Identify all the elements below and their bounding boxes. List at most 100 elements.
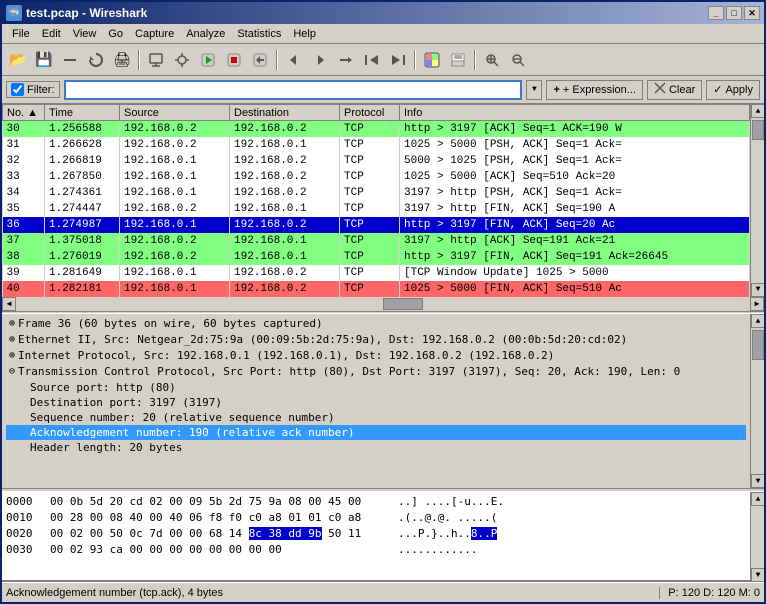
zoom-out-button[interactable] (506, 48, 530, 72)
menu-go[interactable]: Go (102, 26, 129, 42)
details-scroll-down[interactable]: ▼ (751, 474, 764, 488)
coloring-rules-button[interactable] (420, 48, 444, 72)
menu-edit[interactable]: Edit (36, 26, 67, 42)
tcp-field-item[interactable]: Acknowledgement number: 190 (relative ac… (6, 425, 746, 440)
table-row[interactable]: 351.274447192.168.0.2192.168.0.1TCP3197 … (3, 201, 750, 217)
tcp-field-item[interactable]: Destination port: 3197 (3197) (6, 395, 746, 410)
scroll-down-arrow[interactable]: ▼ (751, 283, 764, 297)
stop-capture-button[interactable] (222, 48, 246, 72)
detail-ip[interactable]: ⊕ Internet Protocol, Src: 192.168.0.1 (1… (6, 348, 746, 364)
menu-file[interactable]: File (6, 26, 36, 42)
col-header-proto[interactable]: Protocol (340, 105, 400, 121)
menu-help[interactable]: Help (287, 26, 322, 42)
start-capture-button[interactable] (196, 48, 220, 72)
scroll-up-arrow[interactable]: ▲ (751, 104, 764, 118)
col-header-source[interactable]: Source (120, 105, 230, 121)
clear-button[interactable]: Clear (647, 80, 702, 100)
col-header-no[interactable]: No. ▲ (3, 105, 45, 121)
menu-statistics[interactable]: Statistics (231, 26, 287, 42)
details-scroll-thumb[interactable] (752, 330, 764, 360)
col-header-info[interactable]: Info (400, 105, 750, 121)
filter-checkbox[interactable] (11, 83, 24, 96)
goto-button[interactable] (334, 48, 358, 72)
scroll-thumb[interactable] (752, 120, 764, 140)
filter-input[interactable] (64, 80, 523, 100)
close-button[interactable]: ✕ (744, 6, 760, 20)
expand-eth[interactable]: ⊕ (6, 333, 18, 347)
capture-interfaces-button[interactable] (144, 48, 168, 72)
col-header-dest[interactable]: Destination (230, 105, 340, 121)
expression-label: + Expression... (563, 84, 636, 96)
reload-button[interactable] (84, 48, 108, 72)
plus-icon: + (553, 84, 559, 96)
minimize-button[interactable]: _ (708, 6, 724, 20)
table-row[interactable]: 391.281649192.168.0.1192.168.0.2TCP[TCP … (3, 265, 750, 281)
details-scroll-up[interactable]: ▲ (751, 314, 764, 328)
apply-button[interactable]: ✓ Apply (706, 80, 760, 100)
detail-tcp[interactable]: ⊖ Transmission Control Protocol, Src Por… (6, 364, 746, 380)
app-icon: 🦈 (6, 5, 22, 21)
toolbar: 📂 💾 🖨 (2, 44, 764, 76)
tcp-text: Transmission Control Protocol, Src Port:… (18, 365, 680, 378)
last-packet-button[interactable] (386, 48, 410, 72)
table-row[interactable]: 361.274987192.168.0.1192.168.0.2TCPhttp … (3, 217, 750, 233)
restart-capture-button[interactable] (248, 48, 272, 72)
sep-2 (276, 50, 278, 70)
close-capture-button[interactable] (58, 48, 82, 72)
detail-eth[interactable]: ⊕ Ethernet II, Src: Netgear_2d:75:9a (00… (6, 332, 746, 348)
menu-analyze[interactable]: Analyze (180, 26, 231, 42)
expand-frame[interactable]: ⊕ (6, 317, 18, 331)
coloring2-button[interactable] (446, 48, 470, 72)
expression-button[interactable]: + + Expression... (546, 80, 643, 100)
table-row[interactable]: 371.375018192.168.0.2192.168.0.1TCP3197 … (3, 233, 750, 249)
table-row[interactable]: 331.267850192.168.0.1192.168.0.2TCP1025 … (3, 169, 750, 185)
forward-button[interactable] (308, 48, 332, 72)
hscroll-right[interactable]: ▶ (750, 297, 764, 311)
maximize-button[interactable]: □ (726, 6, 742, 20)
details-scrollbar[interactable]: ▲ ▼ (750, 314, 764, 488)
hex-scroll-down[interactable]: ▼ (751, 568, 764, 582)
hscroll-left[interactable]: ◀ (2, 297, 16, 311)
expand-ip[interactable]: ⊕ (6, 349, 18, 363)
menu-view[interactable]: View (67, 26, 103, 42)
table-row[interactable]: 401.282181192.168.0.1192.168.0.2TCP1025 … (3, 281, 750, 297)
frame-text: Frame 36 (60 bytes on wire, 60 bytes cap… (18, 317, 323, 330)
apply-icon: ✓ (713, 83, 722, 96)
detail-frame[interactable]: ⊕ Frame 36 (60 bytes on wire, 60 bytes c… (6, 316, 746, 332)
packet-list-hscroll[interactable]: ◀ ▶ (2, 297, 764, 311)
table-row[interactable]: 301.256588192.168.0.2192.168.0.2TCPhttp … (3, 121, 750, 137)
ip-text: Internet Protocol, Src: 192.168.0.1 (192… (18, 349, 554, 362)
hex-scrollbar[interactable]: ▲ ▼ (750, 492, 764, 582)
hex-scroll-track (751, 506, 764, 568)
hscroll-track (16, 297, 750, 311)
open-button[interactable]: 📂 (6, 48, 30, 72)
main-window: 🦈 test.pcap - Wireshark _ □ ✕ File Edit … (0, 0, 766, 604)
col-header-time[interactable]: Time (45, 105, 120, 121)
hex-dump[interactable]: 000000 0b 5d 20 cd 02 00 09 5b 2d 75 9a … (2, 492, 750, 582)
hscroll-thumb[interactable] (383, 298, 423, 310)
table-row[interactable]: 381.276019192.168.0.2192.168.0.1TCPhttp … (3, 249, 750, 265)
hex-row: 002000 02 00 50 0c 7d 00 00 68 14 8c 38 … (6, 526, 746, 542)
tcp-field-item[interactable]: Header length: 20 bytes (6, 440, 746, 455)
packet-details-scroll[interactable]: ⊕ Frame 36 (60 bytes on wire, 60 bytes c… (2, 314, 750, 488)
packet-list-scroll[interactable]: No. ▲ Time Source Destination Protocol I… (2, 104, 750, 297)
tcp-field-item[interactable]: Sequence number: 20 (relative sequence n… (6, 410, 746, 425)
table-row[interactable]: 341.274361192.168.0.1192.168.0.2TCP3197 … (3, 185, 750, 201)
zoom-in-button[interactable] (480, 48, 504, 72)
detail-tree: ⊕ Frame 36 (60 bytes on wire, 60 bytes c… (2, 314, 750, 457)
back-button[interactable] (282, 48, 306, 72)
table-row[interactable]: 321.266819192.168.0.1192.168.0.2TCP5000 … (3, 153, 750, 169)
hex-scroll-up[interactable]: ▲ (751, 492, 764, 506)
first-packet-button[interactable] (360, 48, 384, 72)
menu-capture[interactable]: Capture (129, 26, 180, 42)
tcp-field-item[interactable]: Source port: http (80) (6, 380, 746, 395)
filter-dropdown[interactable]: ▼ (526, 80, 542, 100)
print-button[interactable]: 🖨 (110, 48, 134, 72)
expand-tcp[interactable]: ⊖ (6, 365, 18, 379)
table-row[interactable]: 311.266628192.168.0.2192.168.0.1TCP1025 … (3, 137, 750, 153)
packet-list-scrollbar[interactable]: ▲ ▼ (750, 104, 764, 297)
capture-options-button[interactable] (170, 48, 194, 72)
hex-row: 000000 0b 5d 20 cd 02 00 09 5b 2d 75 9a … (6, 494, 746, 510)
save-button[interactable]: 💾 (32, 48, 56, 72)
menu-bar: File Edit View Go Capture Analyze Statis… (2, 24, 764, 44)
